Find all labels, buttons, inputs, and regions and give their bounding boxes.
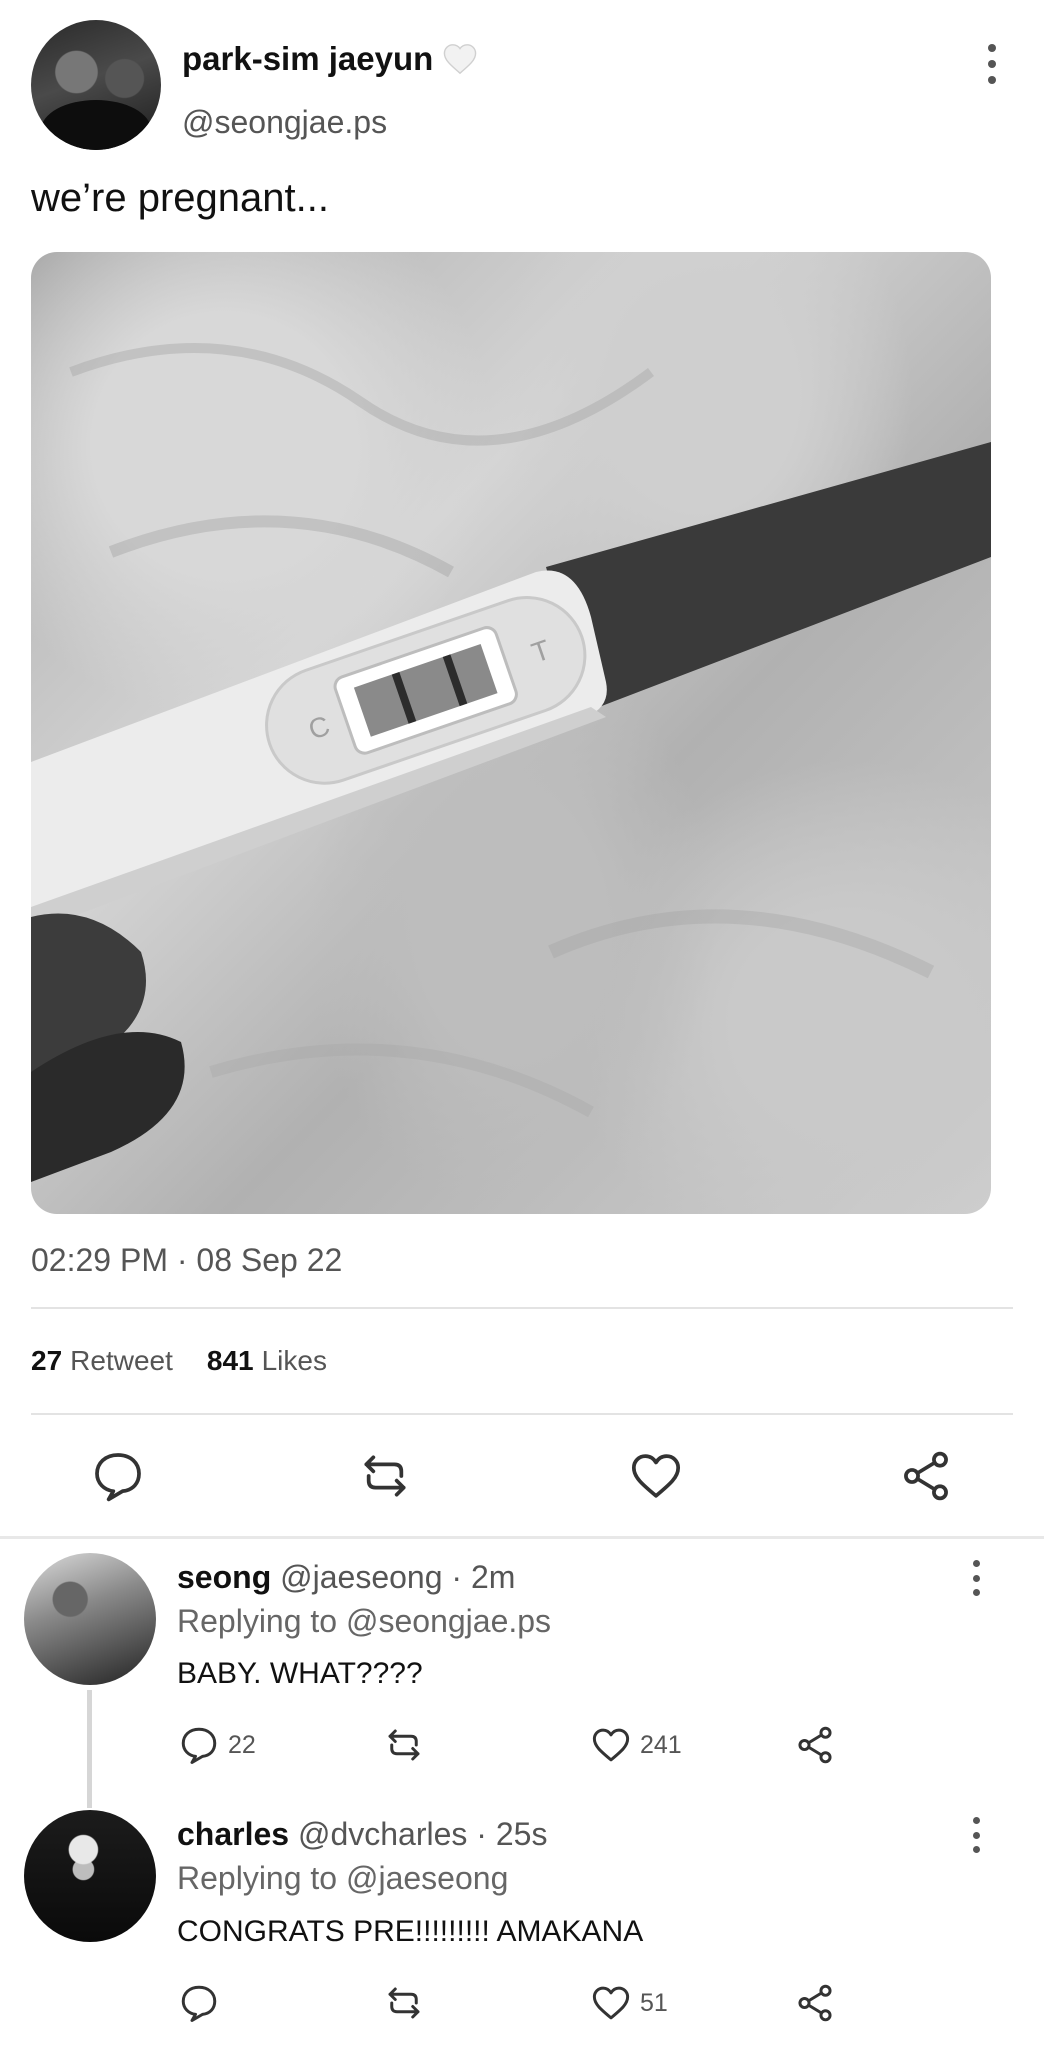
reply-text: CONGRATS PRE!!!!!!!!! AMAKANA (177, 1915, 644, 1948)
reply-header: charles @dvcharles · 25s (177, 1816, 547, 1853)
like-icon[interactable] (628, 1448, 684, 1504)
more-options-icon[interactable] (976, 44, 1008, 84)
author-avatar[interactable] (31, 20, 161, 150)
replying-to-handle[interactable]: @jaeseong (346, 1860, 508, 1896)
reply-avatar[interactable] (24, 1810, 156, 1942)
share-icon[interactable] (898, 1448, 954, 1504)
tweet-photo[interactable]: C T (31, 252, 991, 1214)
share-button[interactable] (794, 1724, 836, 1766)
retweet-icon (388, 1729, 420, 1761)
pregnancy-test-illustration: C T (31, 343, 991, 1182)
like-button[interactable]: 241 (590, 1724, 682, 1766)
reply-icon[interactable] (90, 1448, 146, 1504)
like-count: 51 (640, 1988, 668, 2017)
like-count: 241 (640, 1730, 682, 1759)
reply-name[interactable]: charles (177, 1816, 289, 1852)
share-icon (798, 1726, 832, 1764)
reply-button[interactable] (178, 1982, 220, 2024)
retweet-icon (388, 1987, 420, 2019)
reply-button[interactable]: 22 (178, 1724, 256, 1766)
likes-stat[interactable]: 841 Likes (207, 1345, 327, 1377)
reply-handle[interactable]: @jaeseong (280, 1559, 442, 1595)
reply-actions: 51 (0, 1982, 1044, 2026)
reply-handle[interactable]: @dvcharles (298, 1816, 467, 1852)
replying-to-handle[interactable]: @seongjae.ps (346, 1603, 551, 1639)
tweet-text: we’re pregnant... (31, 176, 329, 220)
display-name-text: park-sim jaeyun (182, 40, 434, 77)
tweet-stats: 27 Retweet 841 Likes (31, 1345, 327, 1377)
white-heart-icon (443, 44, 477, 75)
replying-to: Replying to @jaeseong (177, 1860, 509, 1896)
tweet-actions (0, 1448, 1044, 1508)
like-icon (592, 1986, 630, 2020)
more-options-icon[interactable] (966, 1560, 986, 1596)
divider (31, 1413, 1013, 1415)
tweet-timestamp: 02:29 PM · 08 Sep 22 (31, 1242, 343, 1278)
reply-actions: 22 241 (0, 1724, 1044, 1768)
like-button[interactable]: 51 (590, 1982, 668, 2024)
reply-name[interactable]: seong (177, 1559, 271, 1595)
reply-icon (181, 1985, 217, 2022)
share-icon (798, 1984, 832, 2022)
more-options-icon[interactable] (966, 1817, 986, 1853)
reply-avatar[interactable] (24, 1553, 156, 1685)
reply-time: · 2m (451, 1559, 516, 1595)
retweet-stat[interactable]: 27 Retweet (31, 1345, 173, 1377)
reply-header: seong @jaeseong · 2m (177, 1559, 515, 1596)
section-separator (0, 1536, 1044, 1539)
retweet-button[interactable] (383, 1724, 425, 1766)
author-handle[interactable]: @seongjae.ps (182, 104, 387, 141)
retweet-button[interactable] (383, 1982, 425, 2024)
share-button[interactable] (794, 1982, 836, 2024)
replying-to: Replying to @seongjae.ps (177, 1603, 552, 1639)
reply-count: 22 (228, 1730, 256, 1759)
reply-icon (181, 1727, 217, 1764)
author-display-name[interactable]: park-sim jaeyun (182, 40, 477, 78)
like-icon (592, 1728, 630, 1762)
divider (31, 1307, 1013, 1309)
reply-time: · 25s (476, 1816, 548, 1852)
reply-text: BABY. WHAT???? (177, 1657, 423, 1690)
retweet-icon[interactable] (357, 1448, 413, 1504)
